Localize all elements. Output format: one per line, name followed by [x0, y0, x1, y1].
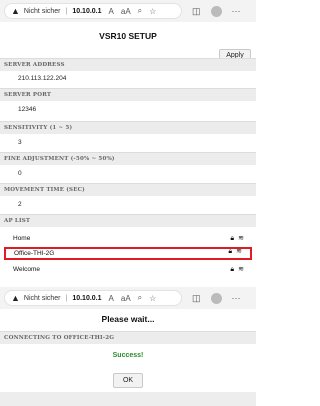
footer-area: [0, 392, 256, 406]
lock-wifi-icons: 🔒︎≋: [230, 266, 248, 273]
profile-avatar[interactable]: [210, 5, 222, 17]
divider: |: [65, 294, 68, 302]
wait-title: Please wait...: [101, 314, 155, 324]
browser-toolbar: ▲ Nicht sicher | 10.10.0.1 A aA ⌕ ☆ ◫ ··…: [0, 0, 256, 22]
address-bar[interactable]: ▲ Nicht sicher | 10.10.0.1 A aA ⌕ ☆: [4, 290, 182, 306]
translate-icon[interactable]: aA: [121, 294, 131, 303]
connecting-header: CONNECTING TO OFFICE-THI-2G: [0, 331, 256, 344]
server-port-value[interactable]: 12346: [18, 106, 36, 113]
ap-list-item-selected[interactable]: Office-THI-2G 🔒︎≋: [4, 247, 252, 260]
address-bar[interactable]: ▲ Nicht sicher | 10.10.0.1 A aA ⌕ ☆: [4, 3, 182, 19]
ap-name: Home: [13, 235, 31, 242]
success-status: Success!: [112, 352, 144, 359]
read-aloud-icon[interactable]: A: [109, 294, 114, 303]
movement-time-value[interactable]: 2: [18, 201, 22, 208]
sensitivity-value[interactable]: 3: [18, 139, 22, 146]
split-screen-icon[interactable]: ◫: [192, 293, 201, 304]
page-title: VSR10 SETUP: [99, 31, 157, 41]
section-header-sensitivity: SENSITIVITY (1 ~ 5): [0, 121, 256, 134]
divider: |: [65, 7, 68, 15]
zoom-icon[interactable]: ⌕: [138, 293, 142, 303]
url-text: 10.10.0.1: [72, 294, 102, 302]
section-header-movement-time: MOVEMENT TIME (SEC): [0, 183, 256, 196]
ap-list-item[interactable]: Home 🔒︎≋: [0, 232, 256, 245]
section-header-ap-list: AP LIST: [0, 214, 256, 227]
section-header-fine-adjustment: FINE ADJUSTMENT (-50% ~ 50%): [0, 152, 256, 165]
split-screen-icon[interactable]: ◫: [192, 6, 201, 17]
more-menu-icon[interactable]: ···: [232, 293, 241, 303]
favorite-star-icon[interactable]: ☆: [149, 294, 156, 303]
fine-adjustment-value[interactable]: 0: [18, 170, 22, 177]
browser-toolbar: ▲ Nicht sicher | 10.10.0.1 A aA ⌕ ☆ ◫ ··…: [0, 287, 256, 309]
ap-name: Office-THI-2G: [14, 250, 55, 257]
url-text: 10.10.0.1: [72, 7, 102, 15]
ap-list-item[interactable]: Welcome 🔒︎≋: [0, 263, 256, 276]
ok-button[interactable]: OK: [113, 373, 143, 388]
not-secure-label: Nicht sicher: [23, 294, 61, 302]
ap-name: Welcome: [13, 266, 40, 273]
section-header-server-address: SERVER ADDRESS: [0, 58, 256, 71]
lock-wifi-icons: 🔒︎≋: [230, 235, 248, 242]
lock-wifi-icons: 🔒︎≋: [228, 248, 246, 255]
server-address-value[interactable]: 210.113.122.204: [18, 75, 66, 82]
warning-icon: ▲: [11, 6, 20, 16]
read-aloud-icon[interactable]: A: [109, 7, 114, 16]
warning-icon: ▲: [11, 293, 20, 303]
more-menu-icon[interactable]: ···: [232, 6, 241, 16]
zoom-icon[interactable]: ⌕: [138, 6, 142, 16]
favorite-star-icon[interactable]: ☆: [149, 7, 156, 16]
translate-icon[interactable]: aA: [121, 7, 131, 16]
profile-avatar[interactable]: [210, 292, 222, 304]
not-secure-label: Nicht sicher: [23, 7, 61, 15]
section-header-server-port: SERVER PORT: [0, 88, 256, 101]
